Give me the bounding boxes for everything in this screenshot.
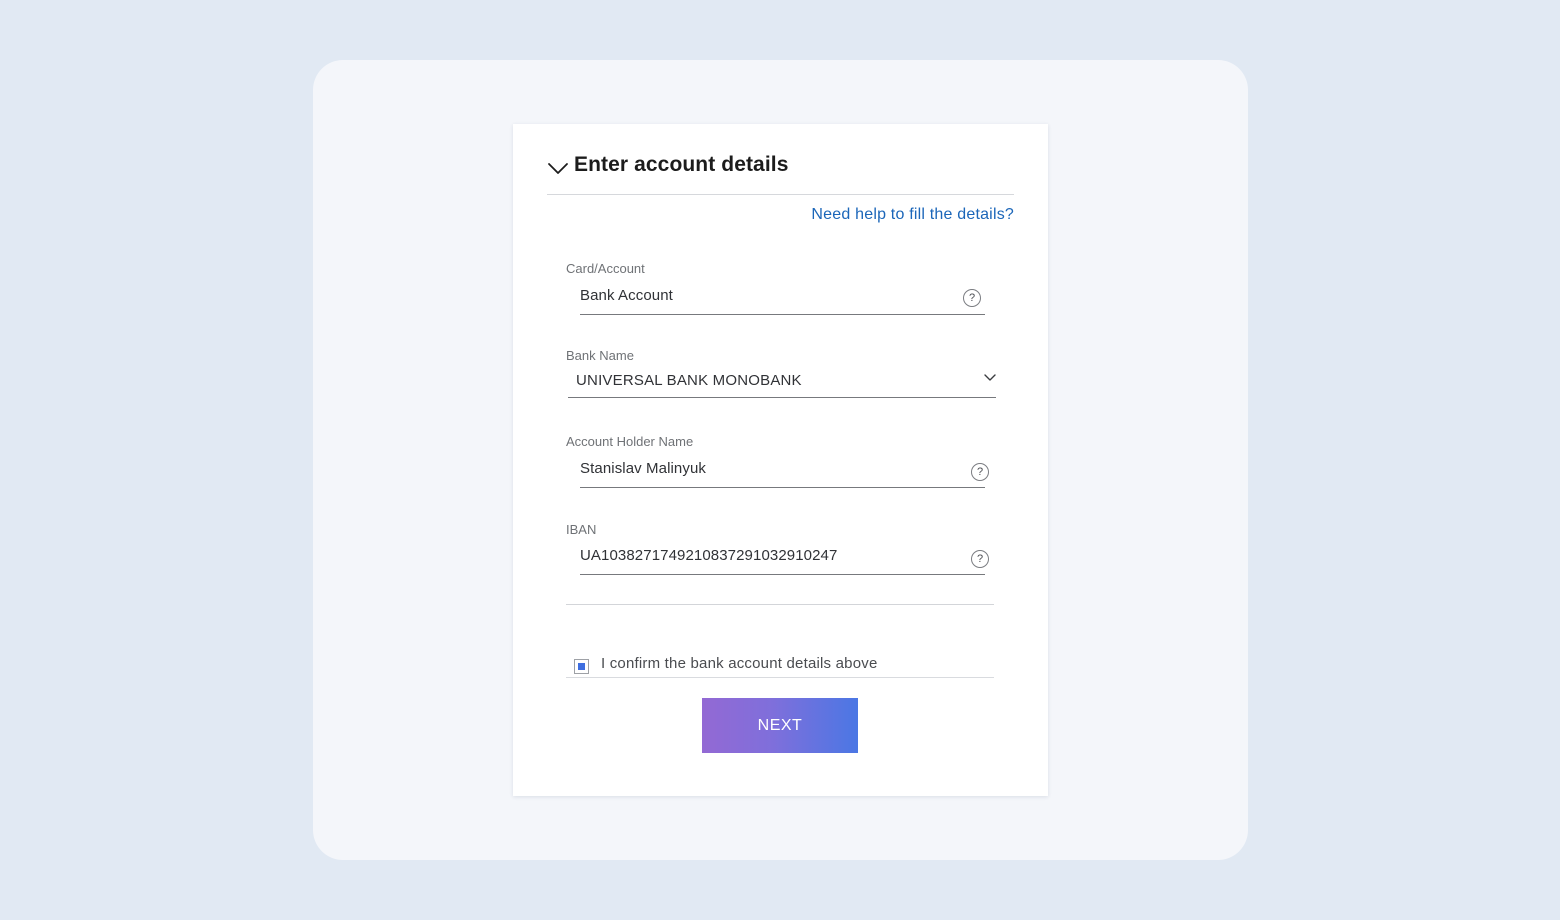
help-link[interactable]: Need help to fill the details? — [811, 206, 1014, 224]
card-account-field[interactable]: Bank Account ? — [580, 283, 985, 315]
bank-name-value: UNIVERSAL BANK MONOBANK — [576, 372, 802, 389]
account-holder-value: Stanislav Malinyuk — [580, 460, 707, 477]
chevron-down-icon — [984, 374, 996, 381]
iban-value: UA103827174921083729103291024​7 — [580, 547, 838, 564]
section-header[interactable]: Enter account details — [547, 148, 1014, 195]
section-title: Enter account details — [574, 153, 789, 176]
card-account-label: Card/Account — [566, 261, 645, 276]
account-details-card: Enter account details Need help to fill … — [513, 124, 1048, 796]
account-holder-field[interactable]: Stanislav Malinyuk ? — [580, 456, 989, 488]
checkbox-checked-mark — [578, 663, 585, 670]
confirm-checkbox[interactable] — [574, 659, 589, 674]
bank-name-select[interactable]: UNIVERSAL BANK MONOBANK — [568, 367, 996, 398]
question-circle-icon[interactable]: ? — [971, 463, 989, 481]
question-circle-icon[interactable]: ? — [971, 550, 989, 568]
bank-name-label: Bank Name — [566, 348, 634, 363]
account-holder-label: Account Holder Name — [566, 434, 694, 449]
divider — [566, 604, 994, 605]
iban-label: IBAN — [566, 522, 597, 537]
iban-field[interactable]: UA103827174921083729103291024​7 ? — [580, 543, 989, 575]
confirm-row: I confirm the bank account details above — [566, 649, 994, 678]
question-circle-icon[interactable]: ? — [963, 289, 981, 307]
card-account-value: Bank Account — [580, 287, 673, 304]
chevron-down-icon[interactable] — [547, 160, 569, 176]
confirm-label[interactable]: I confirm the bank account details above — [601, 655, 878, 672]
next-button[interactable]: NEXT — [702, 698, 858, 753]
